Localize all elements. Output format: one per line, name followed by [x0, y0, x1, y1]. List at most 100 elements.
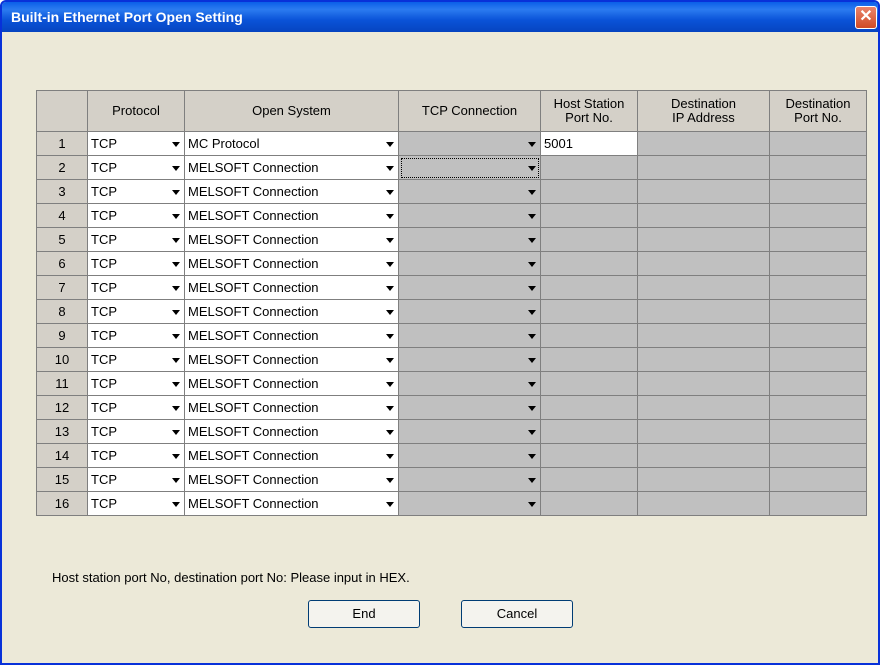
open-system-select[interactable]: MELSOFT Connection: [184, 419, 399, 444]
open-system-select[interactable]: MELSOFT Connection: [184, 467, 399, 492]
chevron-down-icon[interactable]: [528, 477, 536, 483]
host-station-port-field[interactable]: [540, 347, 638, 372]
chevron-down-icon[interactable]: [386, 285, 394, 291]
destination-port-field[interactable]: [769, 443, 867, 468]
chevron-down-icon[interactable]: [172, 237, 180, 243]
chevron-down-icon[interactable]: [528, 285, 536, 291]
chevron-down-icon[interactable]: [528, 141, 536, 147]
chevron-down-icon[interactable]: [172, 429, 180, 435]
destination-ip-field[interactable]: [637, 491, 770, 516]
protocol-select[interactable]: TCP: [87, 323, 185, 348]
chevron-down-icon[interactable]: [386, 237, 394, 243]
host-station-port-field[interactable]: [540, 419, 638, 444]
chevron-down-icon[interactable]: [386, 477, 394, 483]
destination-port-field[interactable]: [769, 227, 867, 252]
host-station-port-field[interactable]: [540, 443, 638, 468]
protocol-select[interactable]: TCP: [87, 491, 185, 516]
chevron-down-icon[interactable]: [528, 429, 536, 435]
tcp-connection-select[interactable]: [398, 203, 541, 228]
protocol-select[interactable]: TCP: [87, 347, 185, 372]
tcp-connection-select[interactable]: [398, 443, 541, 468]
chevron-down-icon[interactable]: [172, 477, 180, 483]
chevron-down-icon[interactable]: [172, 357, 180, 363]
chevron-down-icon[interactable]: [386, 405, 394, 411]
destination-ip-field[interactable]: [637, 275, 770, 300]
host-station-port-field[interactable]: [540, 155, 638, 180]
open-system-select[interactable]: MELSOFT Connection: [184, 251, 399, 276]
tcp-connection-select[interactable]: [398, 155, 541, 180]
protocol-select[interactable]: TCP: [87, 443, 185, 468]
chevron-down-icon[interactable]: [386, 165, 394, 171]
chevron-down-icon[interactable]: [172, 261, 180, 267]
destination-ip-field[interactable]: [637, 467, 770, 492]
tcp-connection-select[interactable]: [398, 275, 541, 300]
chevron-down-icon[interactable]: [386, 429, 394, 435]
host-station-port-field[interactable]: [540, 299, 638, 324]
protocol-select[interactable]: TCP: [87, 251, 185, 276]
destination-ip-field[interactable]: [637, 395, 770, 420]
chevron-down-icon[interactable]: [528, 189, 536, 195]
open-system-select[interactable]: MELSOFT Connection: [184, 275, 399, 300]
chevron-down-icon[interactable]: [172, 453, 180, 459]
destination-port-field[interactable]: [769, 371, 867, 396]
chevron-down-icon[interactable]: [172, 333, 180, 339]
host-station-port-field[interactable]: [540, 227, 638, 252]
chevron-down-icon[interactable]: [386, 309, 394, 315]
chevron-down-icon[interactable]: [528, 309, 536, 315]
host-station-port-field[interactable]: [540, 179, 638, 204]
destination-port-field[interactable]: [769, 395, 867, 420]
destination-port-field[interactable]: [769, 179, 867, 204]
host-station-port-field[interactable]: [540, 467, 638, 492]
destination-port-field[interactable]: [769, 347, 867, 372]
destination-ip-field[interactable]: [637, 323, 770, 348]
chevron-down-icon[interactable]: [528, 357, 536, 363]
chevron-down-icon[interactable]: [528, 381, 536, 387]
protocol-select[interactable]: TCP: [87, 467, 185, 492]
chevron-down-icon[interactable]: [386, 261, 394, 267]
chevron-down-icon[interactable]: [528, 213, 536, 219]
open-system-select[interactable]: MELSOFT Connection: [184, 323, 399, 348]
destination-port-field[interactable]: [769, 275, 867, 300]
host-station-port-field[interactable]: [540, 395, 638, 420]
end-button[interactable]: End: [308, 600, 420, 628]
tcp-connection-select[interactable]: [398, 179, 541, 204]
host-station-port-field[interactable]: [540, 371, 638, 396]
protocol-select[interactable]: TCP: [87, 275, 185, 300]
destination-ip-field[interactable]: [637, 155, 770, 180]
chevron-down-icon[interactable]: [386, 333, 394, 339]
destination-port-field[interactable]: [769, 155, 867, 180]
destination-ip-field[interactable]: [637, 371, 770, 396]
chevron-down-icon[interactable]: [528, 405, 536, 411]
chevron-down-icon[interactable]: [386, 381, 394, 387]
close-icon[interactable]: ✕: [855, 6, 877, 29]
destination-ip-field[interactable]: [637, 347, 770, 372]
chevron-down-icon[interactable]: [172, 501, 180, 507]
protocol-select[interactable]: TCP: [87, 227, 185, 252]
open-system-select[interactable]: MELSOFT Connection: [184, 395, 399, 420]
destination-ip-field[interactable]: [637, 419, 770, 444]
protocol-select[interactable]: TCP: [87, 203, 185, 228]
tcp-connection-select[interactable]: [398, 395, 541, 420]
chevron-down-icon[interactable]: [386, 501, 394, 507]
protocol-select[interactable]: TCP: [87, 395, 185, 420]
destination-port-field[interactable]: [769, 203, 867, 228]
destination-ip-field[interactable]: [637, 131, 770, 156]
chevron-down-icon[interactable]: [172, 189, 180, 195]
open-system-select[interactable]: MELSOFT Connection: [184, 203, 399, 228]
tcp-connection-select[interactable]: [398, 419, 541, 444]
chevron-down-icon[interactable]: [528, 501, 536, 507]
open-system-select[interactable]: MELSOFT Connection: [184, 179, 399, 204]
chevron-down-icon[interactable]: [172, 213, 180, 219]
open-system-select[interactable]: MELSOFT Connection: [184, 155, 399, 180]
tcp-connection-select[interactable]: [398, 131, 541, 156]
destination-port-field[interactable]: [769, 251, 867, 276]
destination-ip-field[interactable]: [637, 227, 770, 252]
open-system-select[interactable]: MC Protocol: [184, 131, 399, 156]
host-station-port-field[interactable]: [540, 203, 638, 228]
host-station-port-field[interactable]: [540, 251, 638, 276]
host-station-port-field[interactable]: [540, 275, 638, 300]
chevron-down-icon[interactable]: [172, 381, 180, 387]
chevron-down-icon[interactable]: [528, 165, 536, 171]
cancel-button[interactable]: Cancel: [461, 600, 573, 628]
protocol-select[interactable]: TCP: [87, 371, 185, 396]
